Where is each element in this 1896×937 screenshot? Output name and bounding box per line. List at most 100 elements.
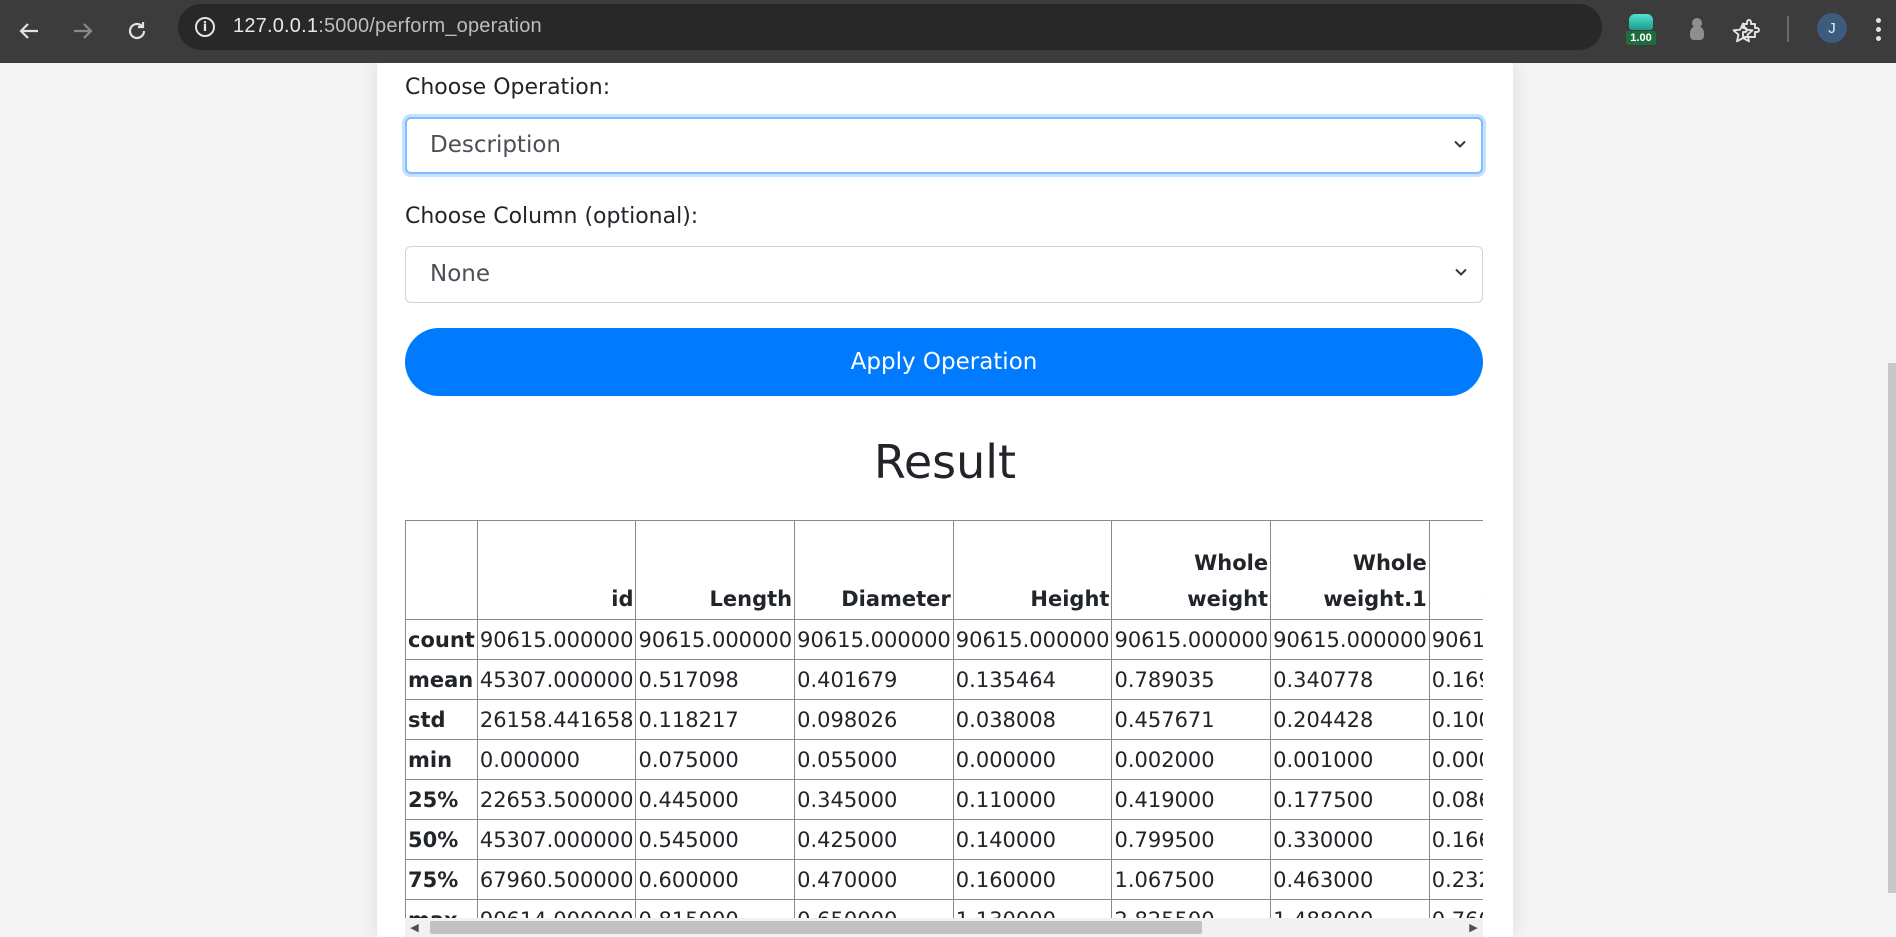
table-cell: 0.038008	[952, 699, 1113, 740]
table-column-header: Whole weight.1	[1270, 520, 1430, 620]
table-row: min 0.000000 0.075000 0.055000 0.000000 0.002…	[405, 739, 1483, 780]
table-header-row: id Length Diameter Height Whole weight Whole …	[405, 520, 1483, 620]
table-cell: 26158.441658	[476, 699, 637, 740]
row-label: 75%	[405, 859, 478, 900]
table-row: std 26158.441658 0.118217 0.098026 0.038008 0…	[405, 699, 1483, 740]
table-cell: 0.098026	[794, 699, 954, 740]
table-cell: 0.470000	[794, 859, 954, 900]
scroll-right-icon[interactable]: ▶	[1464, 918, 1483, 937]
content-card: Choose Operation: Description Choose Col…	[377, 63, 1513, 937]
toolbar-divider	[1787, 16, 1789, 42]
table-corner-header	[405, 520, 478, 620]
table-cell: 90615.000000	[476, 619, 637, 660]
table-cell: 22653.500000	[476, 779, 637, 820]
extension-icon[interactable]	[1686, 14, 1708, 44]
table-cell: 0.110000	[952, 779, 1113, 820]
table-column-header: Height	[952, 520, 1113, 620]
table-cell: 0.160000	[952, 859, 1113, 900]
table-cell: 0.425000	[794, 819, 954, 860]
address-bar[interactable]: i 127.0.0.1:5000/perform_operation	[178, 4, 1754, 50]
info-icon[interactable]: i	[192, 14, 218, 40]
table-cell: 0.545000	[635, 819, 796, 860]
table-column-header: Whole weight	[1111, 520, 1272, 620]
table-cell: 1.067500	[1111, 859, 1272, 900]
arrow-left-icon	[19, 23, 38, 39]
table-cell: 0.600000	[635, 859, 796, 900]
table-cell: 90615.000000	[635, 619, 796, 660]
table-cell: 45307.000000	[476, 819, 637, 860]
operation-label: Choose Operation:	[405, 75, 611, 100]
table-cell: 0.330000	[1270, 819, 1430, 860]
table-column-header: Length	[635, 520, 796, 620]
column-select[interactable]: None	[405, 246, 1483, 303]
table-column-header: id	[476, 520, 637, 620]
table-cell: 0.002000	[1111, 739, 1272, 780]
scrollbar-thumb[interactable]	[430, 921, 1202, 934]
table-cell: 0.001000	[1270, 739, 1430, 780]
reload-button[interactable]	[118, 12, 156, 50]
browser-toolbar: i 127.0.0.1:5000/perform_operation 1.00 …	[0, 0, 1896, 63]
operation-select-value: Description	[430, 132, 561, 158]
result-heading: Result	[873, 435, 1017, 489]
chevron-down-icon	[1455, 268, 1467, 276]
table-cell: 0.000500	[1428, 739, 1483, 780]
scroll-left-icon[interactable]: ◀	[405, 918, 424, 937]
row-label: min	[405, 739, 478, 780]
url-text: 127.0.0.1:5000/perform_operation	[233, 15, 542, 37]
table-cell: 0.166000	[1428, 819, 1483, 860]
result-table-container[interactable]: id Length Diameter Height Whole weight Whole …	[405, 520, 1483, 937]
operation-select[interactable]: Description	[405, 117, 1483, 174]
column-select-value: None	[430, 261, 491, 287]
page-viewport: Choose Operation: Description Choose Col…	[0, 63, 1896, 937]
table-cell: 0.000000	[952, 739, 1113, 780]
table-cell: 0.401679	[794, 659, 954, 700]
extension-badge-icon[interactable]: 1.00	[1626, 12, 1656, 46]
table-cell: 90615.000000	[1428, 619, 1483, 660]
table-cell: 0.140000	[952, 819, 1113, 860]
table-cell: 0.000000	[476, 739, 637, 780]
result-table: id Length Diameter Height Whole weight Whole …	[405, 520, 1483, 937]
table-cell: 0.100909	[1428, 699, 1483, 740]
table-cell: 0.445000	[635, 779, 796, 820]
table-cell: 0.789035	[1111, 659, 1272, 700]
table-column-header: Whole weight.2	[1428, 520, 1483, 620]
table-cell: 90615.000000	[952, 619, 1113, 660]
horizontal-scrollbar[interactable]: ◀ ▶	[405, 918, 1483, 937]
table-cell: 0.086500	[1428, 779, 1483, 820]
table-column-header: Diameter	[794, 520, 954, 620]
table-row: mean 45307.000000 0.517098 0.401679 0.135464…	[405, 659, 1483, 700]
column-label: Choose Column (optional):	[405, 204, 699, 229]
row-label: count	[405, 619, 478, 660]
table-cell: 0.340778	[1270, 659, 1430, 700]
apply-operation-button[interactable]: Apply Operation	[405, 328, 1483, 396]
row-label: std	[405, 699, 478, 740]
table-cell: 0.169422	[1428, 659, 1483, 700]
table-cell: 0.177500	[1270, 779, 1430, 820]
table-row: 25% 22653.500000 0.445000 0.345000 0.110000 0…	[405, 779, 1483, 820]
profile-avatar[interactable]: J	[1817, 13, 1847, 43]
table-cell: 90615.000000	[794, 619, 954, 660]
avatar-initial: J	[1828, 19, 1836, 37]
table-cell: 45307.000000	[476, 659, 637, 700]
puzzle-icon[interactable]	[1734, 12, 1768, 46]
chevron-down-icon	[1454, 140, 1466, 148]
table-cell: 0.232500	[1428, 859, 1483, 900]
table-cell: 0.118217	[635, 699, 796, 740]
back-button[interactable]	[10, 12, 48, 50]
table-cell: 0.457671	[1111, 699, 1272, 740]
forward-button[interactable]	[64, 12, 102, 50]
table-cell: 90615.000000	[1270, 619, 1430, 660]
row-label: 25%	[405, 779, 478, 820]
table-row: count 90615.000000 90615.000000 90615.00000…	[405, 619, 1483, 660]
kebab-menu-icon[interactable]	[1868, 14, 1888, 44]
extension-badge-label: 1.00	[1626, 31, 1656, 45]
table-cell: 0.075000	[635, 739, 796, 780]
table-cell: 0.055000	[794, 739, 954, 780]
table-cell: 67960.500000	[476, 859, 637, 900]
vertical-scrollbar-thumb[interactable]	[1888, 363, 1896, 893]
table-cell: 0.204428	[1270, 699, 1430, 740]
arrow-right-icon	[74, 23, 93, 39]
table-cell: 0.463000	[1270, 859, 1430, 900]
table-cell: 0.345000	[794, 779, 954, 820]
row-label: mean	[405, 659, 478, 700]
